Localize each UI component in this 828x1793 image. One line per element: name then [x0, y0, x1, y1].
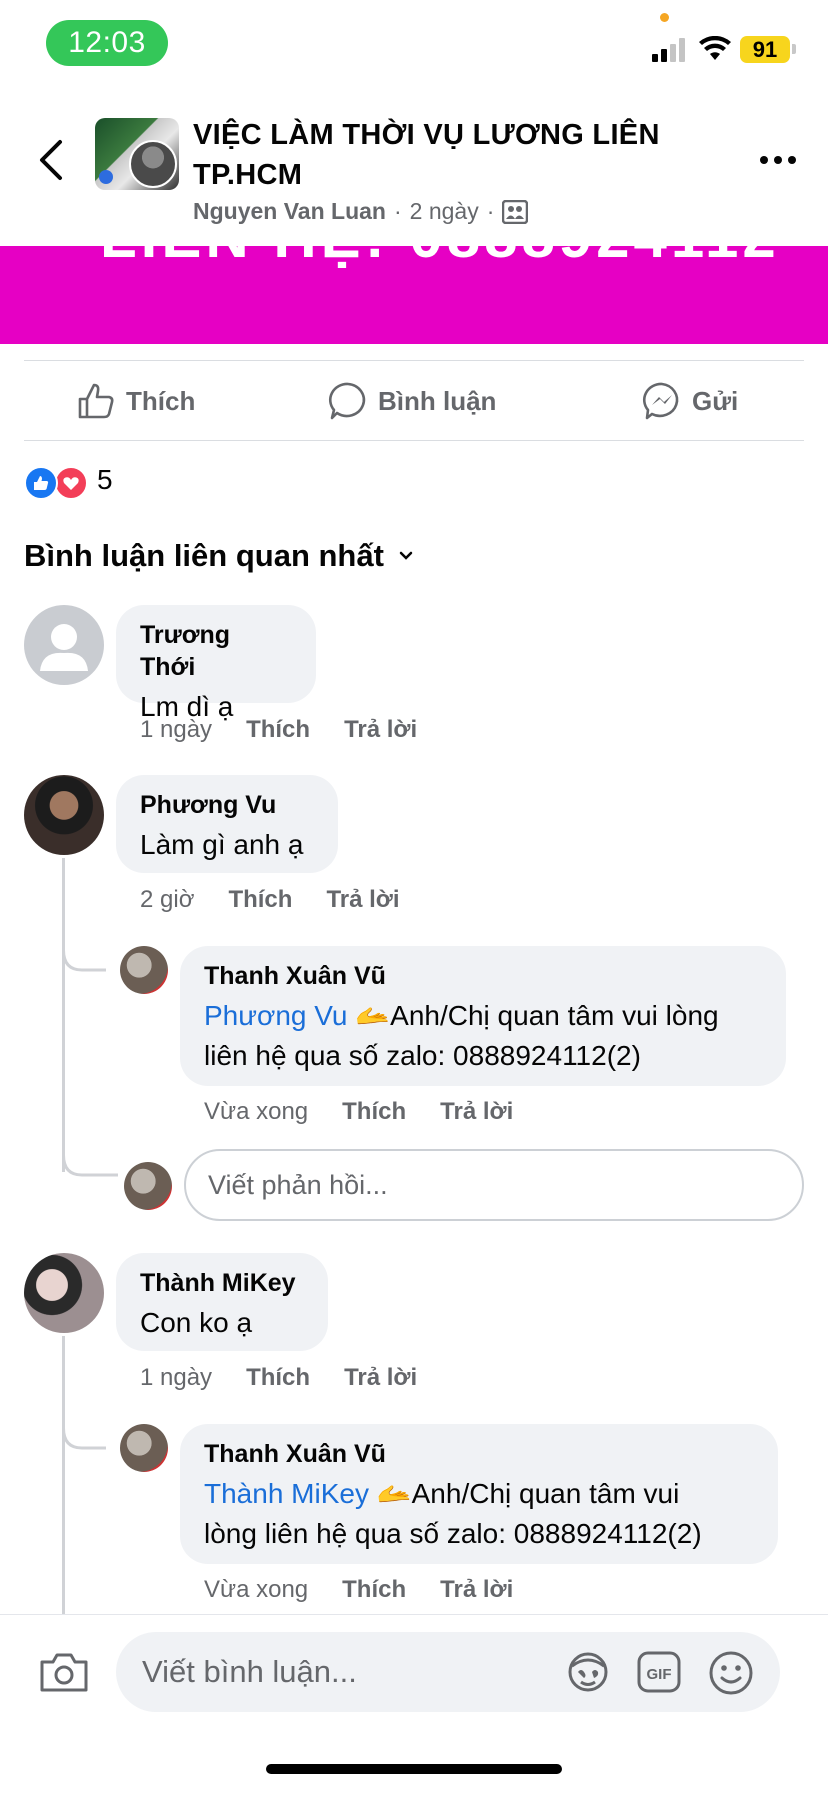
reply-connector — [62, 1378, 106, 1450]
reply-input[interactable]: Viết phản hồi... — [184, 1149, 804, 1221]
reply-time: Vừa xong — [204, 1576, 309, 1603]
thumbs-up-icon — [78, 383, 114, 419]
emoji-smiley-icon[interactable] — [708, 1650, 754, 1696]
comment-like-link[interactable]: Thích — [228, 886, 292, 914]
avatar-thanh-mikey[interactable] — [24, 1253, 104, 1333]
group-title[interactable]: VIỆC LÀM THỜI VỤ LƯƠNG LIÊN TP.HCM — [193, 115, 673, 195]
cellular-signal-icon — [652, 38, 685, 62]
dot-icon — [760, 156, 768, 164]
comment-sort-dropdown[interactable]: Bình luận liên quan nhất — [24, 538, 414, 574]
divider — [24, 440, 804, 441]
comment-like-link[interactable]: Thích — [246, 716, 310, 744]
send-label: Gửi — [692, 385, 739, 416]
hand-emoji: 🫴 — [355, 1000, 391, 1031]
post-image-banner[interactable]: LIÊN HỆ: 0888924112 — [0, 246, 828, 344]
comment-actions: 2 giờ Thích Trả lời — [140, 886, 400, 914]
comment-reply-link[interactable]: Trả lời — [326, 886, 399, 914]
reply-reply-link[interactable]: Trả lời — [440, 1098, 513, 1126]
comment-actions: 1 ngày Thích Trả lời — [140, 716, 417, 744]
default-user-icon — [40, 624, 88, 671]
commenter-name[interactable]: Thanh Xuân Vũ — [204, 960, 762, 992]
reply-text: Phương Vu 🫴Anh/Chị quan tâm vui lòng liên… — [204, 996, 762, 1076]
like-reaction-icon[interactable] — [24, 466, 58, 500]
comment-time: 1 ngày — [140, 1364, 213, 1391]
wifi-icon — [699, 36, 731, 60]
like-button[interactable]: Thích — [76, 376, 195, 426]
comment-bubble[interactable]: Trương Thới Lm dì ạ — [116, 605, 316, 722]
gif-icon[interactable]: GIF — [636, 1650, 682, 1694]
mention-link[interactable]: Thành MiKey — [204, 1478, 369, 1509]
reaction-count[interactable]: 5 — [97, 464, 113, 496]
author-name[interactable]: Nguyen Van Luan — [193, 198, 386, 225]
commenter-name[interactable]: Trương Thới — [140, 619, 292, 683]
comment-text: Con ko ạ — [140, 1307, 253, 1338]
reply-bubble[interactable]: Thanh Xuân Vũ Phương Vu 🫴Anh/Chị quan tâ… — [180, 946, 786, 1086]
reply-time: Vừa xong — [204, 1098, 309, 1125]
battery-indicator: 91 — [740, 36, 790, 63]
facebook-badge-icon — [99, 170, 113, 184]
reply-bubble[interactable]: Thanh Xuân Vũ Thành MiKey 🫴Anh/Chị quan … — [180, 1424, 778, 1564]
home-indicator — [266, 1764, 562, 1774]
comment-label: Bình luận — [378, 385, 497, 416]
banner-text: LIÊN HỆ: 0888924112 — [100, 246, 780, 271]
comment-bubble[interactable]: Phương Vu Làm gì anh ạ — [116, 775, 338, 873]
reply-text-line1: Anh/Chị quan tâm vui lòng — [390, 1000, 719, 1031]
chevron-down-icon — [399, 551, 413, 560]
hand-emoji: 🫴 — [376, 1478, 412, 1509]
commenter-name[interactable]: Phương Vu — [140, 789, 314, 821]
reply-like-link[interactable]: Thích — [342, 1576, 406, 1604]
avatar-thanh-xuan-vu[interactable] — [120, 946, 168, 994]
commenter-name[interactable]: Thành MiKey — [140, 1267, 304, 1299]
svg-text:GIF: GIF — [647, 1666, 672, 1683]
like-label: Thích — [126, 385, 196, 416]
group-avatar[interactable] — [95, 118, 179, 190]
comment-reply-link[interactable]: Trả lời — [344, 716, 417, 744]
comment-button[interactable]: Bình luận — [328, 376, 496, 426]
avatar-sticker-icon[interactable] — [564, 1650, 612, 1694]
reply-connector — [62, 900, 106, 972]
reply-actions: Vừa xong Thích Trả lời — [204, 1576, 513, 1604]
dot-icon — [774, 156, 782, 164]
comment-like-link[interactable]: Thích — [246, 1364, 310, 1392]
comment-bubble-icon — [329, 382, 366, 420]
reply-reply-link[interactable]: Trả lời — [440, 1576, 513, 1604]
reply-text: Thành MiKey 🫴Anh/Chị quan tâm vui lòng li… — [204, 1474, 754, 1554]
comment-reply-link[interactable]: Trả lời — [344, 1364, 417, 1392]
dot-icon — [788, 156, 796, 164]
comment-actions: 1 ngày Thích Trả lời — [140, 1364, 417, 1392]
comment-time: 2 giờ — [140, 886, 195, 913]
meta-separator: · — [486, 198, 495, 224]
post-meta: Nguyen Van Luan · 2 ngày · — [193, 198, 529, 225]
status-time: 12:03 — [46, 20, 168, 66]
author-mini-avatar — [129, 140, 177, 188]
back-arrow-icon[interactable] — [34, 138, 70, 182]
love-reaction-icon[interactable] — [54, 466, 88, 500]
reply-text-line2: lòng liên hệ qua số zalo: 0888924112(2) — [204, 1518, 702, 1549]
reply-text-line2: liên hệ qua số zalo: 0888924112(2) — [204, 1040, 641, 1071]
comment-time: 1 ngày — [140, 716, 213, 743]
group-privacy-icon — [502, 199, 529, 224]
mention-link[interactable]: Phương Vu — [204, 1000, 348, 1031]
reply-text-line1: Anh/Chị quan tâm vui — [411, 1478, 680, 1509]
comment-bubble[interactable]: Thành MiKey Con ko ạ — [116, 1253, 328, 1351]
commenter-name[interactable]: Thanh Xuân Vũ — [204, 1438, 754, 1470]
avatar-phuong-vu[interactable] — [24, 775, 104, 855]
sort-label: Bình luận liên quan nhất — [24, 538, 384, 573]
comment-text: Làm gì anh ạ — [140, 829, 304, 860]
divider — [24, 360, 804, 361]
more-options-button[interactable] — [760, 150, 800, 170]
reply-like-link[interactable]: Thích — [342, 1098, 406, 1126]
reply-actions: Vừa xong Thích Trả lời — [204, 1098, 513, 1126]
avatar-default[interactable] — [24, 605, 104, 685]
camera-icon[interactable] — [38, 1650, 90, 1694]
privacy-indicator-dot — [660, 13, 669, 22]
reply-connector — [62, 1100, 118, 1177]
avatar-thanh-xuan-vu[interactable] — [120, 1424, 168, 1472]
messenger-icon — [643, 382, 679, 420]
meta-separator: · — [393, 198, 402, 224]
post-time[interactable]: 2 ngày — [410, 198, 479, 225]
battery-cap — [792, 44, 796, 54]
send-button[interactable]: Gửi — [642, 376, 738, 426]
current-user-avatar — [124, 1162, 172, 1210]
